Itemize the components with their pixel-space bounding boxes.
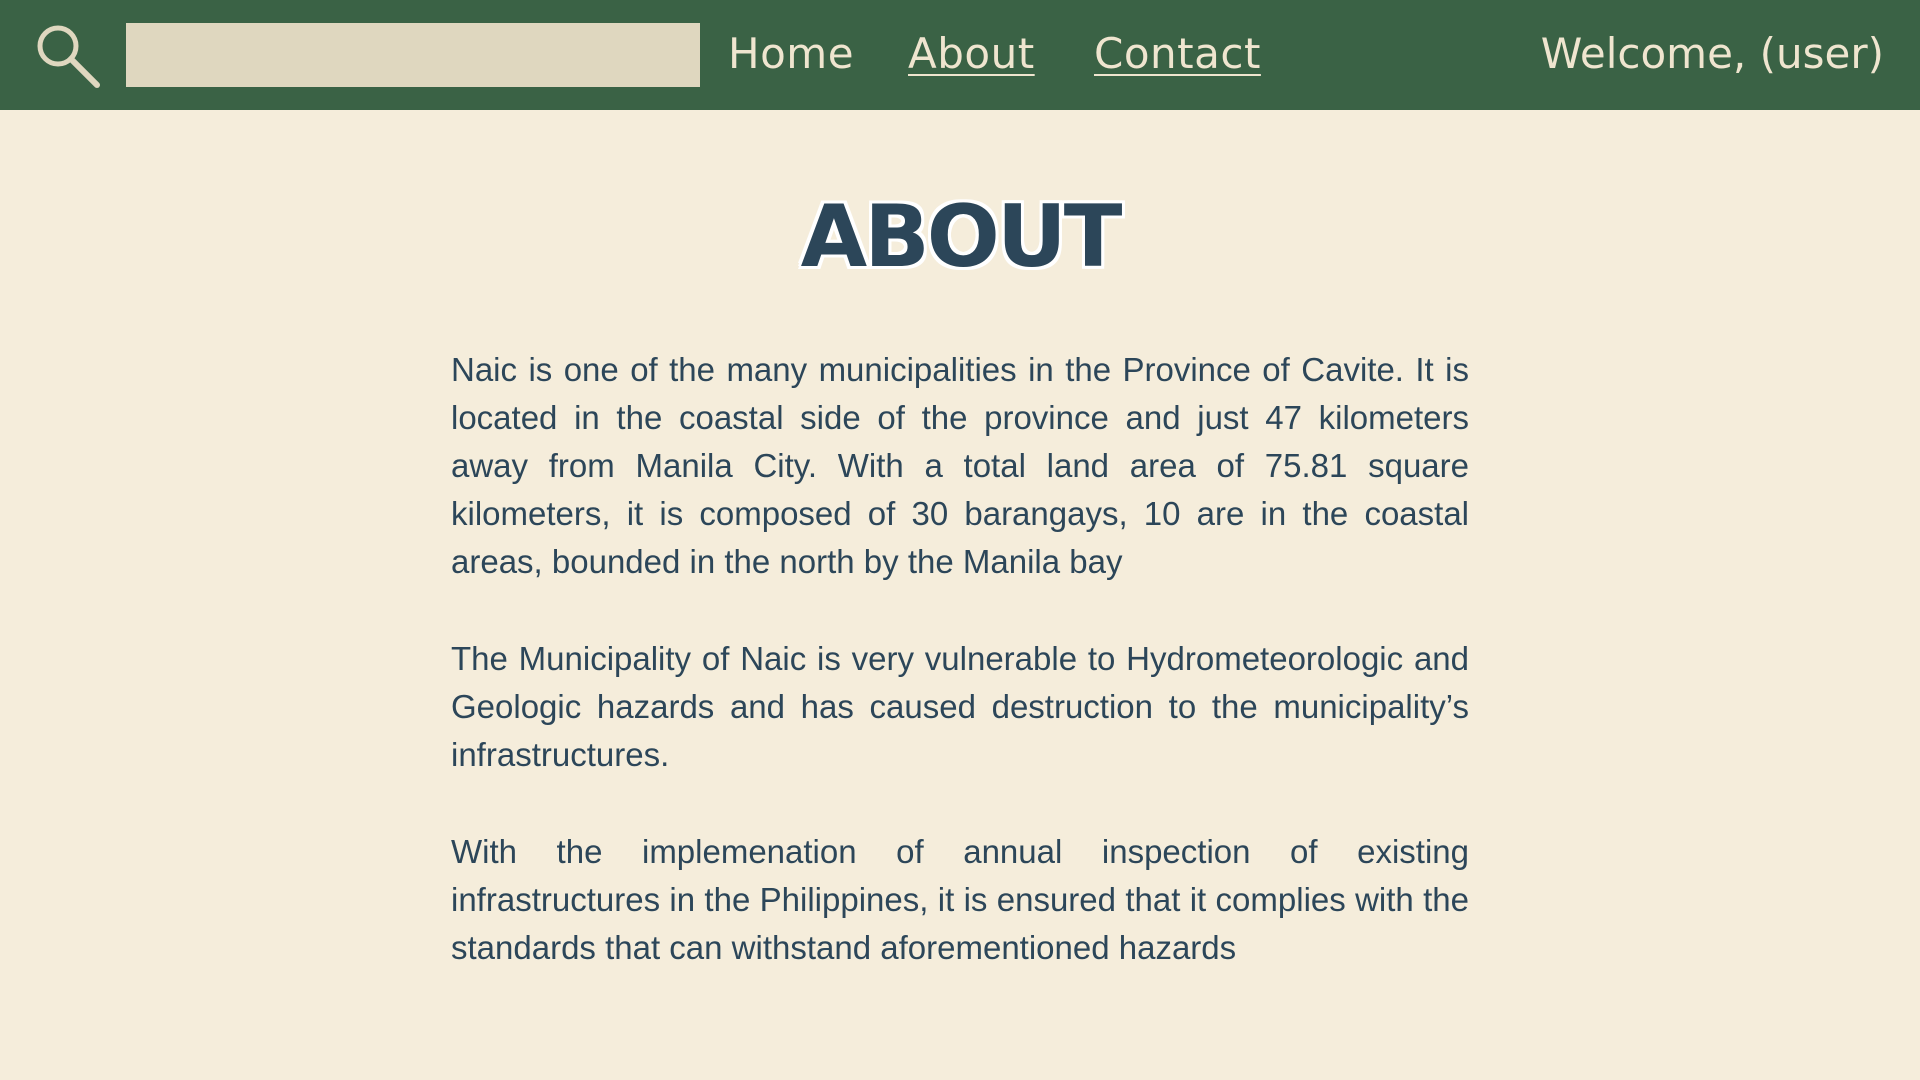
search-icon[interactable] xyxy=(32,22,102,92)
page-title: ABOUT xyxy=(800,187,1123,287)
nav-link-home[interactable]: Home xyxy=(728,24,854,84)
about-paragraph-1: Naic is one of the many municipalities i… xyxy=(451,351,1469,580)
search-input[interactable] xyxy=(126,23,700,87)
about-paragraph-2: The Municipality of Naic is very vulnera… xyxy=(451,640,1469,773)
about-paragraph-3: With the implemenation of annual inspect… xyxy=(451,833,1469,966)
nav-link-about[interactable]: About xyxy=(908,24,1035,84)
top-navbar: Home About Contact Welcome, (user) xyxy=(0,0,1920,110)
nav-link-contact[interactable]: Contact xyxy=(1094,24,1261,84)
welcome-message: Welcome, (user) xyxy=(1540,29,1884,78)
about-content: Naic is one of the many municipalities i… xyxy=(451,346,1469,1021)
